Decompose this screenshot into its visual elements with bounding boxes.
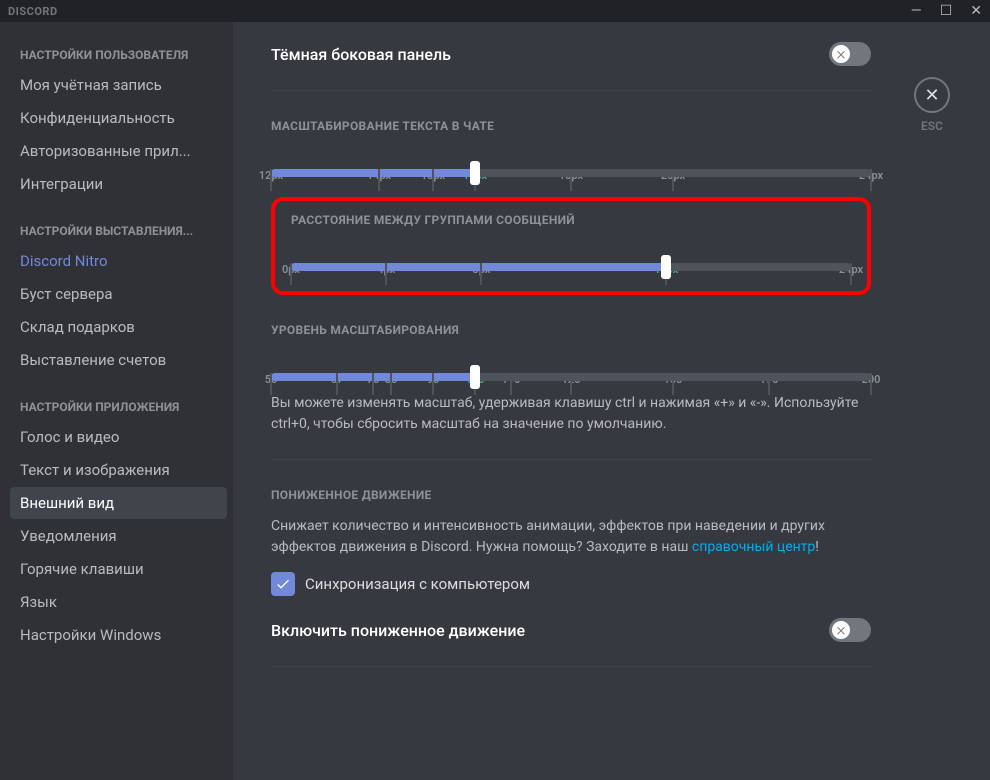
window: DISCORD — ☐ ✕ НАСТРОЙКИ ПОЛЬЗОВАТЕЛЯ Моя… (0, 0, 990, 780)
sync-checkbox[interactable] (271, 572, 295, 596)
sidebar-item-appearance[interactable]: Внешний вид (10, 487, 227, 519)
slider-tick-mark (480, 263, 482, 285)
slider-tick-mark (270, 169, 272, 191)
window-controls: — ☐ ✕ (911, 4, 982, 18)
chat-font-scale-section: МАСШТАБИРОВАНИЕ ТЕКСТА В ЧАТЕ 12px14px15… (271, 119, 871, 177)
esc-button[interactable]: ✕ ESC (914, 77, 950, 133)
reduced-motion-section: ПОНИЖЕННОЕ ДВИЖЕНИЕ Снижает количество и… (271, 488, 871, 596)
esc-label: ESC (914, 119, 950, 133)
sidebar-item-integrations[interactable]: Интеграции (10, 168, 227, 200)
slider-tick-mark (390, 373, 392, 395)
slider-tick-mark (850, 263, 852, 285)
sidebar: НАСТРОЙКИ ПОЛЬЗОВАТЕЛЯ Моя учётная запис… (0, 22, 233, 780)
slider-tick-mark (570, 169, 572, 191)
enable-reduced-motion-label: Включить пониженное движение (271, 621, 525, 640)
slider-tick-mark (385, 263, 387, 285)
reduced-motion-desc: Снижает количество и интенсивность анима… (271, 516, 871, 558)
dark-sidebar-toggle[interactable] (829, 42, 871, 66)
slider-thumb[interactable] (661, 255, 671, 279)
slider-tick-mark (432, 373, 434, 395)
enable-reduced-motion-row: Включить пониженное движение (271, 618, 871, 642)
slider-tick-mark (336, 373, 338, 395)
slider-tick-mark (672, 373, 674, 395)
titlebar: DISCORD — ☐ ✕ (0, 0, 990, 22)
sync-label: Синхронизация с компьютером (305, 575, 530, 593)
close-icon: ✕ (914, 77, 950, 113)
divider (271, 666, 871, 667)
help-center-link[interactable]: справочный центр (692, 539, 815, 555)
message-spacing-highlight: РАССТОЯНИЕ МЕЖДУ ГРУППАМИ СООБЩЕНИЙ 0px4… (271, 197, 871, 295)
slider-tick-mark (290, 263, 292, 285)
slider-tick-mark (432, 169, 434, 191)
slider-tick-mark (372, 373, 374, 395)
sidebar-item-text-images[interactable]: Текст и изображения (10, 454, 227, 486)
sidebar-header-billing: НАСТРОЙКИ ВЫСТАВЛЕНИЯ... (10, 218, 227, 244)
slider-thumb[interactable] (470, 161, 480, 185)
sidebar-item-language[interactable]: Язык (10, 586, 227, 618)
reduced-motion-title: ПОНИЖЕННОЕ ДВИЖЕНИЕ (271, 488, 871, 502)
content-area: ✕ ESC Тёмная боковая панель МАСШТАБИРОВА… (233, 22, 990, 780)
zoom-title: УРОВЕНЬ МАСШТАБИРОВАНИЯ (271, 323, 871, 337)
divider (271, 90, 871, 91)
chat-font-scale-title: МАСШТАБИРОВАНИЕ ТЕКСТА В ЧАТЕ (271, 119, 871, 133)
app-logo: DISCORD (8, 5, 58, 18)
sidebar-header-user: НАСТРОЙКИ ПОЛЬЗОВАТЕЛЯ (10, 42, 227, 68)
sync-with-computer-row: Синхронизация с компьютером (271, 572, 871, 596)
sidebar-item-voice[interactable]: Голос и видео (10, 421, 227, 453)
sidebar-item-account[interactable]: Моя учётная запись (10, 69, 227, 101)
sidebar-item-boost[interactable]: Буст сервера (10, 278, 227, 310)
sidebar-item-windows[interactable]: Настройки Windows (10, 619, 227, 651)
toggle-knob-icon (832, 45, 850, 63)
slider-fill (271, 169, 475, 177)
slider-track[interactable] (291, 263, 851, 271)
toggle-knob-icon (832, 621, 850, 639)
slider-tick-mark (768, 373, 770, 395)
sidebar-item-nitro[interactable]: Discord Nitro (10, 245, 227, 277)
divider (271, 459, 871, 460)
zoom-slider[interactable]: 5067758090100110125150175200 (271, 351, 871, 381)
sidebar-item-hotkeys[interactable]: Горячие клавиши (10, 553, 227, 585)
enable-reduced-motion-toggle[interactable] (829, 618, 871, 642)
slider-tick-mark (672, 169, 674, 191)
slider-fill (291, 263, 666, 271)
minimize-button[interactable]: — (911, 4, 922, 18)
sidebar-item-privacy[interactable]: Конфиденциальность (10, 102, 227, 134)
sidebar-item-billing[interactable]: Выставление счетов (10, 344, 227, 376)
slider-thumb[interactable] (470, 365, 480, 389)
dark-sidebar-label: Тёмная боковая панель (271, 45, 451, 64)
message-spacing-slider[interactable]: 0px4px8px16px24px (291, 241, 851, 271)
slider-tick-mark (870, 373, 872, 395)
chat-font-scale-slider[interactable]: 12px14px15px16px18px20px24px (271, 147, 871, 177)
sidebar-item-gifts[interactable]: Склад подарков (10, 311, 227, 343)
sidebar-header-app: НАСТРОЙКИ ПРИЛОЖЕНИЯ (10, 394, 227, 420)
dark-sidebar-row: Тёмная боковая панель (271, 42, 871, 66)
sidebar-item-notifications[interactable]: Уведомления (10, 520, 227, 552)
maximize-button[interactable]: ☐ (940, 4, 953, 18)
message-spacing-title: РАССТОЯНИЕ МЕЖДУ ГРУППАМИ СООБЩЕНИЙ (291, 213, 851, 227)
slider-tick-mark (378, 169, 380, 191)
zoom-hint: Вы можете изменять масштаб, удерживая кл… (271, 393, 871, 435)
sidebar-item-authorized-apps[interactable]: Авторизованные прил... (10, 135, 227, 167)
slider-tick-mark (510, 373, 512, 395)
close-button[interactable]: ✕ (970, 4, 982, 18)
slider-tick-mark (570, 373, 572, 395)
slider-tick-mark (270, 373, 272, 395)
zoom-section: УРОВЕНЬ МАСШТАБИРОВАНИЯ 5067758090100110… (271, 323, 871, 435)
check-icon (275, 576, 291, 592)
slider-tick-mark (870, 169, 872, 191)
